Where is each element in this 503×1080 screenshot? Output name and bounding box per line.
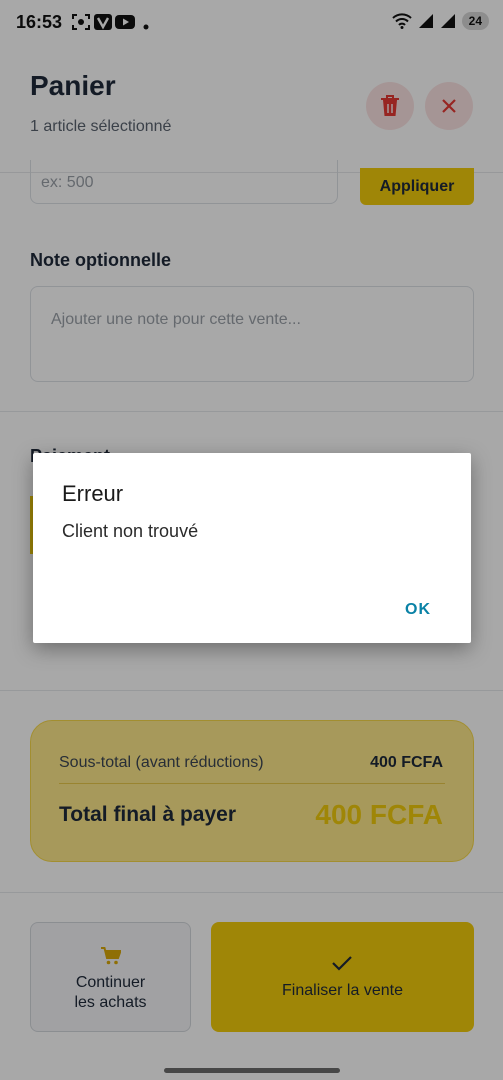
dialog-ok-button[interactable]: OK <box>405 601 431 619</box>
dialog-message: Client non trouvé <box>62 521 199 541</box>
dialog-title: Erreur <box>62 481 124 506</box>
error-dialog: Erreur Client non trouvé OK <box>33 453 471 643</box>
